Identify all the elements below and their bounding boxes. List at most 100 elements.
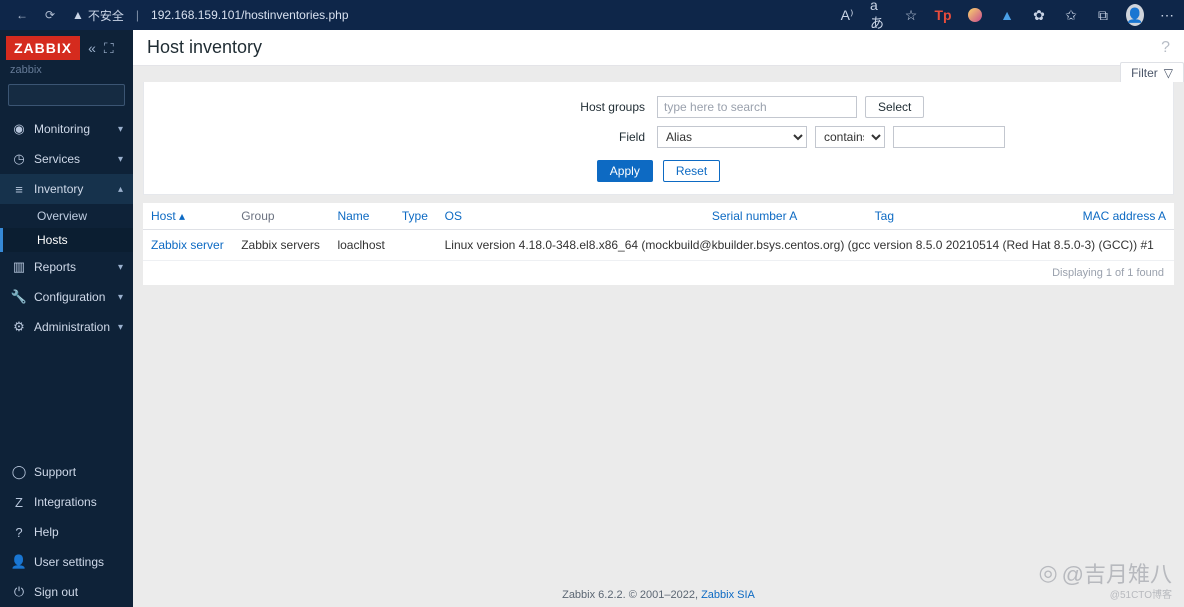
url-separator: | bbox=[136, 8, 139, 22]
sidebar-item-help[interactable]: ? Help bbox=[0, 517, 133, 547]
extension-icon[interactable]: ✿ bbox=[1030, 6, 1048, 24]
col-name[interactable]: Name bbox=[329, 203, 393, 230]
eye-icon: ◉ bbox=[10, 121, 28, 137]
col-tag[interactable]: Tag bbox=[805, 203, 902, 230]
sidebar-item-label: Services bbox=[34, 152, 118, 166]
insecure-label: 不安全 bbox=[88, 7, 124, 24]
col-os[interactable]: OS bbox=[437, 203, 528, 230]
back-button[interactable]: ← bbox=[8, 1, 36, 29]
sidebar-item-signout[interactable]: ⏻ Sign out bbox=[0, 577, 133, 607]
col-group: Group bbox=[233, 203, 329, 230]
comparator-select[interactable]: contains bbox=[815, 126, 885, 148]
watermark: ◎@吉月雉八 @51CTO博客 bbox=[1038, 557, 1172, 589]
cell-group: Zabbix servers bbox=[233, 230, 329, 261]
url-text[interactable]: 192.168.159.101/hostinventories.php bbox=[151, 8, 349, 22]
hostgroups-input[interactable] bbox=[657, 96, 857, 118]
favorite-icon[interactable]: ☆ bbox=[902, 6, 920, 24]
sidebar-item-reports[interactable]: ▥ Reports ▾ bbox=[0, 252, 133, 282]
filter-tab[interactable]: Filter ▽ bbox=[1120, 62, 1184, 82]
tenant-name[interactable]: zabbix bbox=[0, 64, 133, 80]
filter-panel: Host groups Select Field Alias contains … bbox=[143, 82, 1174, 195]
cell-name: loaclhost bbox=[329, 230, 393, 261]
logo[interactable]: ZABBIX bbox=[6, 36, 80, 60]
chevron-down-icon: ▾ bbox=[118, 262, 123, 273]
hostgroups-label: Host groups bbox=[144, 100, 649, 114]
sidebar-item-label: Support bbox=[34, 465, 123, 479]
sidebar-sub-overview[interactable]: Overview bbox=[0, 204, 133, 228]
cell-os: Linux version 4.18.0-348.el8.x86_64 (moc… bbox=[437, 230, 1174, 261]
translate-icon[interactable]: aあ bbox=[870, 6, 888, 24]
sidebar-sub-label: Overview bbox=[37, 209, 87, 223]
sidebar-search[interactable]: 🔍 bbox=[8, 84, 125, 106]
col-host[interactable]: Host ▴ bbox=[143, 203, 233, 230]
sort-asc-icon: ▴ bbox=[179, 209, 185, 223]
value-input[interactable] bbox=[893, 126, 1005, 148]
cell-type bbox=[394, 230, 437, 261]
reset-button[interactable]: Reset bbox=[663, 160, 720, 182]
collections-icon[interactable]: ⧉ bbox=[1094, 6, 1112, 24]
sidebar-item-configuration[interactable]: 🔧 Configuration ▾ bbox=[0, 282, 133, 312]
sidebar-item-label: Help bbox=[34, 525, 123, 539]
sidebar-item-label: Integrations bbox=[34, 495, 123, 509]
sidebar-item-label: User settings bbox=[34, 555, 123, 569]
collapse-icon[interactable]: « bbox=[88, 40, 96, 56]
chart-icon: ▥ bbox=[10, 259, 28, 275]
clock-icon: ◷ bbox=[10, 151, 28, 167]
chevron-down-icon: ▾ bbox=[118, 292, 123, 303]
filter-tab-label: Filter bbox=[1131, 66, 1158, 80]
refresh-button[interactable]: ⟳ bbox=[36, 1, 64, 29]
field-label: Field bbox=[144, 130, 649, 144]
tp-icon[interactable]: Tp bbox=[934, 6, 952, 24]
sidebar-sub-hosts[interactable]: Hosts bbox=[0, 228, 133, 252]
insecure-badge[interactable]: ▲ 不安全 bbox=[72, 7, 124, 24]
sidebar-item-label: Reports bbox=[34, 260, 118, 274]
sidebar-item-inventory[interactable]: ≡ Inventory ▴ bbox=[0, 174, 133, 204]
power-icon: ⏻ bbox=[10, 584, 28, 600]
sidebar-item-administration[interactable]: ⚙ Administration ▾ bbox=[0, 312, 133, 342]
favorites-bar-icon[interactable]: ✩ bbox=[1062, 6, 1080, 24]
sidebar-item-monitoring[interactable]: ◉ Monitoring ▾ bbox=[0, 114, 133, 144]
col-type[interactable]: Type bbox=[394, 203, 437, 230]
zabbix-sia-link[interactable]: Zabbix SIA bbox=[701, 589, 755, 601]
list-icon: ≡ bbox=[10, 182, 28, 197]
triangle-icon[interactable]: ▲ bbox=[998, 6, 1016, 24]
sidebar: ZABBIX « ⛶ zabbix 🔍 ◉ Monitoring ▾ ◷ Ser… bbox=[0, 30, 133, 607]
filter-icon: ▽ bbox=[1164, 66, 1173, 80]
chevron-down-icon: ▾ bbox=[118, 124, 123, 135]
field-select[interactable]: Alias bbox=[657, 126, 807, 148]
table-row: Zabbix server Zabbix servers loaclhost L… bbox=[143, 230, 1174, 261]
host-link[interactable]: Zabbix server bbox=[151, 238, 224, 252]
sidebar-item-user-settings[interactable]: 👤 User settings bbox=[0, 547, 133, 577]
apply-button[interactable]: Apply bbox=[597, 160, 653, 182]
sidebar-item-label: Administration bbox=[34, 320, 118, 334]
table-footer: Displaying 1 of 1 found bbox=[143, 261, 1174, 285]
page-title: Host inventory bbox=[147, 37, 262, 58]
sidebar-item-support[interactable]: ◯ Support bbox=[0, 457, 133, 487]
sidebar-item-label: Inventory bbox=[34, 182, 118, 196]
chevron-up-icon: ▴ bbox=[118, 184, 123, 195]
help-icon[interactable]: ? bbox=[1161, 39, 1170, 57]
profile-avatar[interactable]: 👤 bbox=[1126, 6, 1144, 24]
col-serial[interactable]: Serial number A bbox=[528, 203, 805, 230]
sidebar-item-label: Monitoring bbox=[34, 122, 118, 136]
sidebar-item-services[interactable]: ◷ Services ▾ bbox=[0, 144, 133, 174]
z-icon: Z bbox=[10, 495, 28, 510]
col-mac[interactable]: MAC address A bbox=[902, 203, 1174, 230]
orb-icon[interactable] bbox=[966, 6, 984, 24]
sidebar-sub-label: Hosts bbox=[37, 233, 68, 247]
sidebar-item-label: Configuration bbox=[34, 290, 118, 304]
chevron-down-icon: ▾ bbox=[118, 154, 123, 165]
select-button[interactable]: Select bbox=[865, 96, 924, 118]
sidebar-item-integrations[interactable]: Z Integrations bbox=[0, 487, 133, 517]
expand-icon[interactable]: ⛶ bbox=[104, 40, 114, 57]
wrench-icon: 🔧 bbox=[10, 289, 28, 305]
chevron-down-icon: ▾ bbox=[118, 322, 123, 333]
headset-icon: ◯ bbox=[10, 464, 28, 480]
more-icon[interactable]: ⋯ bbox=[1158, 6, 1176, 24]
question-icon: ? bbox=[10, 525, 28, 540]
inventory-table: Host ▴ Group Name Type OS Serial number … bbox=[143, 203, 1174, 285]
sidebar-item-label: Sign out bbox=[34, 585, 123, 599]
user-icon: 👤 bbox=[10, 554, 28, 570]
read-aloud-icon[interactable]: A⁾ bbox=[838, 6, 856, 24]
page-footer: Zabbix 6.2.2. © 2001–2022, Zabbix SIA bbox=[133, 589, 1184, 601]
